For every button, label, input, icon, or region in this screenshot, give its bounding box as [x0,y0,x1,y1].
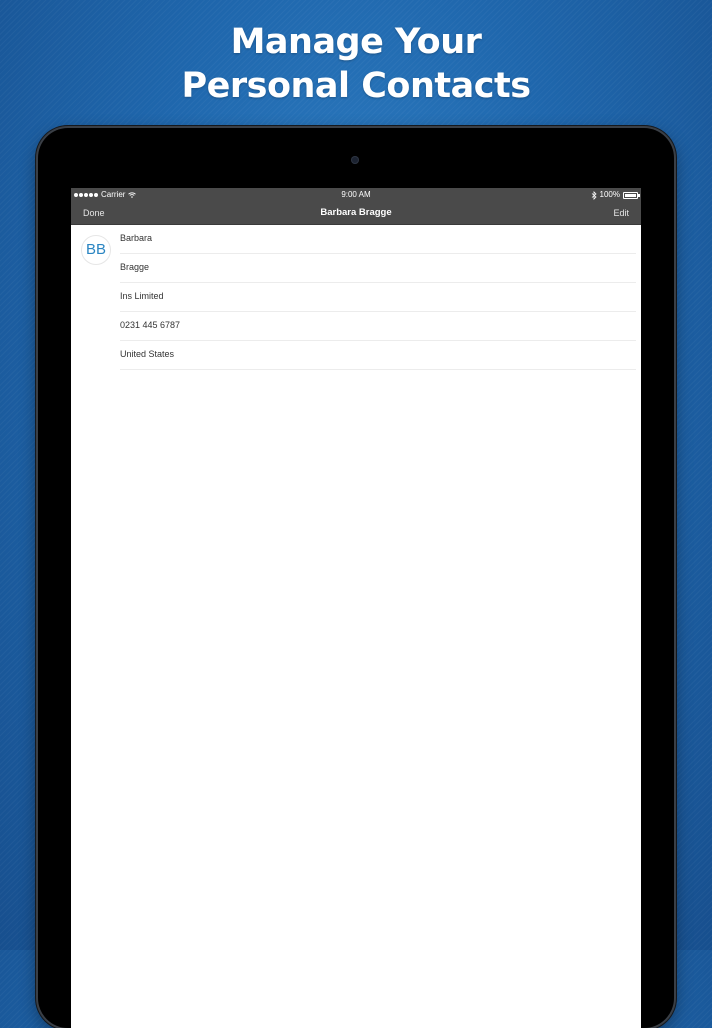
contact-field-list: Barbara Bragge Ins Limited 0231 445 6787… [120,225,636,370]
contact-company-value: Ins Limited [120,291,164,301]
contact-country-value: United States [120,349,175,359]
headline-line-1: Manage Your [230,22,482,62]
contact-first-name-value: Barbara [120,233,153,243]
battery-percent: 100% [599,190,620,199]
headline-line-2: Personal Contacts [181,66,531,106]
contact-last-name[interactable]: Bragge [120,254,636,283]
camera-icon [351,156,359,164]
contact-first-name[interactable]: Barbara [120,225,636,254]
avatar: BB [81,235,111,265]
contact-company[interactable]: Ins Limited [120,283,636,312]
tablet-device: Carrier 9:00 AM 100% Done Barbara Bragge… [38,128,674,1028]
status-bar: Carrier 9:00 AM 100% [71,188,641,202]
headline: Manage Your Personal Contacts [0,20,712,108]
contact-country[interactable]: United States [120,341,636,370]
navigation-bar: Done Barbara Bragge Edit [71,202,641,225]
bluetooth-icon [591,190,597,200]
page-title: Barbara Bragge [320,207,392,218]
status-bar-right: 100% [591,188,640,202]
status-bar-time: 9:00 AM [341,190,371,199]
edit-button[interactable]: Edit [613,202,629,224]
contact-phone[interactable]: 0231 445 6787 [120,312,636,341]
app-screen: Carrier 9:00 AM 100% Done Barbara Bragge… [71,188,641,1028]
contact-phone-value: 0231 445 6787 [120,320,181,330]
contact-last-name-value: Bragge [120,262,150,272]
battery-icon [623,191,640,199]
